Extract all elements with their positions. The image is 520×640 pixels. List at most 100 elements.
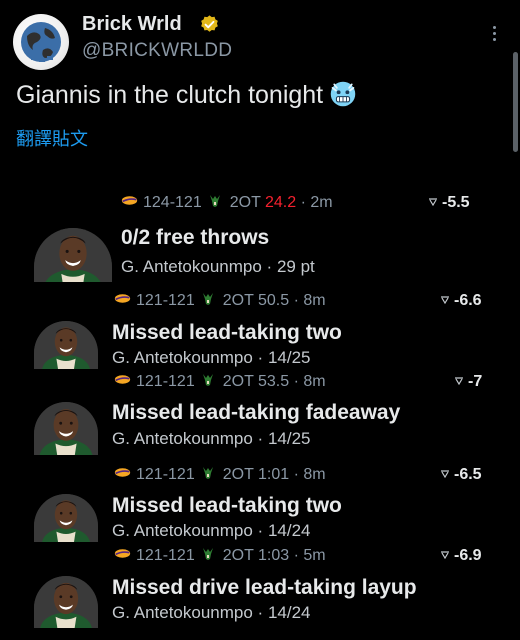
play-title: Missed lead-taking fadeaway: [112, 401, 401, 424]
player-name: G. Antetokounmpo: [112, 521, 253, 540]
lakers-logo-icon: [114, 375, 131, 384]
game-clock: 50.5: [258, 292, 290, 309]
win-probability-change: -6.6: [440, 292, 482, 310]
trend-down-icon: [441, 551, 449, 559]
score: 121-121: [136, 547, 195, 564]
player-headshot-icon: [34, 402, 98, 455]
trend-down-icon: [441, 296, 449, 304]
trend-down-icon: [429, 198, 437, 206]
odds-value: -6.6: [454, 292, 482, 309]
score: 121-121: [136, 292, 195, 309]
player-headshot: [34, 402, 98, 455]
play-subtitle: G. Antetokounmpo · 14/24: [112, 603, 310, 623]
period: 2OT: [222, 466, 258, 483]
win-probability-change: -5.5: [428, 194, 470, 212]
play-title: Missed drive lead-taking layup: [112, 576, 417, 599]
scrollbar[interactable]: [513, 52, 518, 152]
player-headshot-icon: [34, 494, 98, 542]
period: 2OT: [222, 373, 258, 390]
play-meta: 124-121 2OT 24.2 · 2m: [121, 194, 333, 212]
play-subtitle: G. Antetokounmpo · 14/25: [112, 348, 310, 368]
play-title: Missed lead-taking two: [112, 494, 342, 517]
odds-value: -6.9: [454, 547, 482, 564]
author-handle[interactable]: @BRICKWRLDD: [82, 40, 232, 62]
player-headshot: [34, 228, 112, 282]
verified-badge-icon: [201, 15, 218, 32]
play-meta: 121-121 2OT 50.5 · 8m: [114, 292, 326, 310]
play-meta: 121-121 2OT 53.5 · 8m: [114, 373, 326, 391]
time-ago: 8m: [303, 292, 326, 309]
score: 124-121: [143, 194, 202, 211]
trend-down-icon: [455, 377, 463, 385]
trend-down-icon: [441, 470, 449, 478]
freezing-face-emoji-icon: [330, 81, 356, 107]
win-probability-change: -6.5: [440, 466, 482, 484]
player-name: G. Antetokounmpo: [121, 257, 262, 276]
player-headshot-icon: [34, 321, 98, 369]
play-meta: 121-121 2OT 1:01 · 8m: [114, 466, 326, 484]
author-display-name[interactable]: Brick Wrld: [82, 13, 182, 36]
time-ago: 2m: [310, 194, 333, 211]
bucks-logo-icon: [202, 374, 213, 386]
play-subtitle: G. Antetokounmpo · 29 pt: [121, 257, 315, 277]
lakers-logo-icon: [121, 196, 138, 205]
time-ago: 8m: [303, 373, 326, 390]
separator: ·: [289, 292, 304, 309]
player-headshot: [34, 576, 98, 628]
player-headshot: [34, 321, 98, 369]
separator: ·: [252, 603, 268, 622]
separator: ·: [261, 257, 277, 276]
separator: ·: [289, 373, 304, 390]
game-clock: 53.5: [258, 373, 290, 390]
odds-value: -5.5: [442, 194, 470, 211]
player-headshot: [34, 494, 98, 542]
tweet-text: Giannis in the clutch tonight: [16, 80, 357, 110]
separator: ·: [252, 348, 268, 367]
play-title: 0/2 free throws: [121, 226, 270, 249]
odds-value: -7: [468, 373, 483, 390]
player-name: G. Antetokounmpo: [112, 348, 253, 367]
time-ago: 8m: [303, 466, 326, 483]
bucks-logo-icon: [202, 467, 213, 479]
period: 2OT: [222, 292, 258, 309]
game-clock: 24.2: [265, 194, 297, 211]
globe-logo-icon: [21, 22, 61, 62]
author-avatar[interactable]: [13, 14, 69, 70]
separator: ·: [289, 466, 304, 483]
play-subtitle: G. Antetokounmpo · 14/25: [112, 429, 310, 449]
player-stat: 14/25: [267, 348, 311, 367]
play-title: Missed lead-taking two: [112, 321, 342, 344]
separator: ·: [289, 547, 304, 564]
score: 121-121: [136, 466, 195, 483]
player-headshot-icon: [34, 576, 98, 628]
player-name: G. Antetokounmpo: [112, 603, 253, 622]
lakers-logo-icon: [114, 468, 131, 477]
game-clock: 1:01: [258, 466, 290, 483]
separator: ·: [252, 521, 268, 540]
bucks-logo-icon: [209, 195, 220, 207]
bucks-logo-icon: [202, 548, 213, 560]
player-stat: 29 pt: [276, 257, 315, 276]
time-ago: 5m: [303, 547, 326, 564]
period: 2OT: [222, 547, 258, 564]
player-stat: 14/25: [267, 429, 311, 448]
translate-post-link[interactable]: 翻譯貼文: [16, 125, 88, 151]
period: 2OT: [229, 194, 265, 211]
score: 121-121: [136, 373, 195, 390]
more-options-icon[interactable]: [487, 26, 501, 50]
separator: ·: [296, 194, 311, 211]
separator: ·: [252, 429, 268, 448]
player-headshot-icon: [34, 228, 112, 282]
win-probability-change: -6.9: [440, 547, 482, 565]
player-stat: 14/24: [267, 521, 311, 540]
win-probability-change: -7: [454, 373, 482, 391]
game-clock: 1:03: [258, 547, 290, 564]
player-name: G. Antetokounmpo: [112, 429, 253, 448]
play-meta: 121-121 2OT 1:03 · 5m: [114, 547, 326, 565]
lakers-logo-icon: [114, 549, 131, 558]
tweet-body: Giannis in the clutch tonight: [16, 81, 324, 109]
odds-value: -6.5: [454, 466, 482, 483]
player-stat: 14/24: [267, 603, 311, 622]
lakers-logo-icon: [114, 294, 131, 303]
bucks-logo-icon: [202, 293, 213, 305]
